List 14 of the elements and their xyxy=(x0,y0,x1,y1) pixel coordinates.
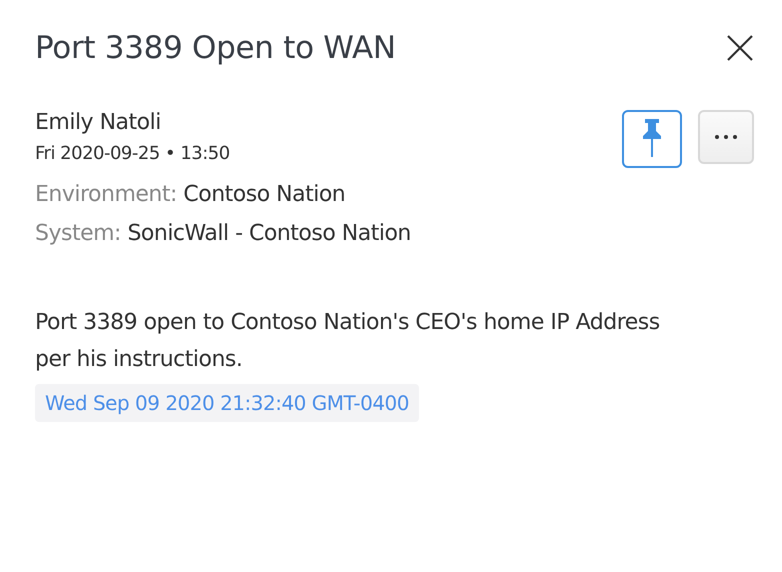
dialog-title: Port 3389 Open to WAN xyxy=(35,30,396,66)
date-tag: Wed Sep 09 2020 21:32:40 GMT-0400 xyxy=(35,384,420,422)
pin-button[interactable] xyxy=(622,110,682,168)
field-value: Contoso Nation xyxy=(183,182,346,207)
note-text: Port 3389 open to Contoso Nation's CEO's home IP Address per his instructions. xyxy=(35,309,661,374)
field-label: Environment: xyxy=(35,182,177,207)
author-name: Emily Natoli xyxy=(35,110,162,135)
field-label: System: xyxy=(35,221,121,246)
close-icon xyxy=(726,34,754,62)
field-value: SonicWall - Contoso Nation xyxy=(127,221,411,246)
timestamp: Fri 2020-09-25 • 13:50 xyxy=(35,143,230,164)
close-button[interactable] xyxy=(726,34,754,62)
pushpin-icon xyxy=(642,119,662,159)
more-icon xyxy=(714,134,738,140)
